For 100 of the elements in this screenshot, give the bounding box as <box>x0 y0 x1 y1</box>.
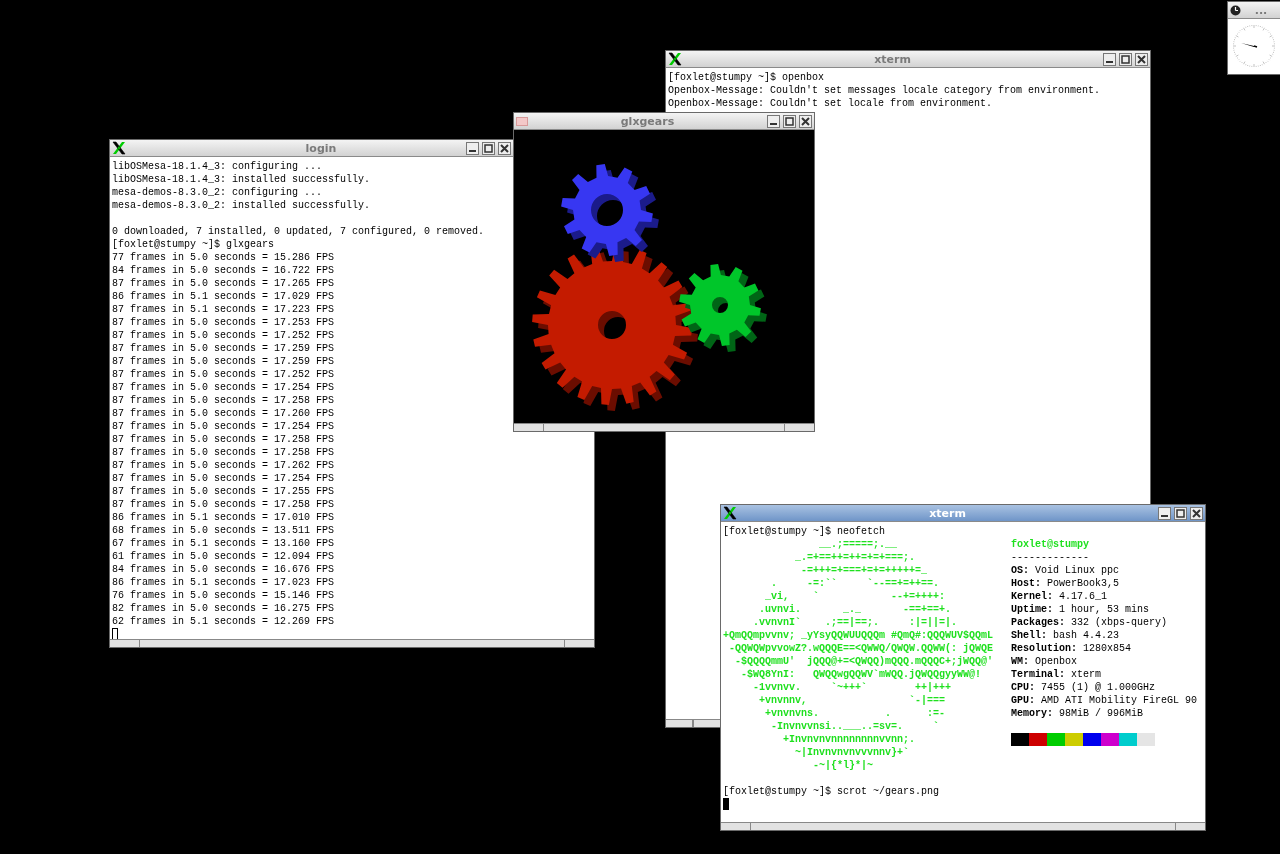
terminal-line: 87 frames in 5.0 seconds = 17.258 FPS <box>112 446 336 459</box>
title-bar[interactable]: xterm <box>666 51 1150 68</box>
terminal-line: 61 frames in 5.0 seconds = 12.094 FPS <box>112 550 336 563</box>
info-line: GPU: AMD ATI Mobility FireGL 90 <box>1011 694 1198 707</box>
terminal-line: 87 frames in 5.0 seconds = 17.258 FPS <box>112 498 336 511</box>
terminal-line: 87 frames in 5.0 seconds = 17.259 FPS <box>112 342 336 355</box>
terminal-line: 86 frames in 5.1 seconds = 17.023 FPS <box>112 576 336 589</box>
terminal-line: 87 frames in 5.0 seconds = 17.262 FPS <box>112 459 336 472</box>
close-icon <box>1191 507 1202 519</box>
info-line: Resolution: 1280x854 <box>1011 642 1133 655</box>
ascii-art-line: . -=:`` `--==+=++==. <box>770 577 941 590</box>
minimize-button[interactable] <box>466 141 479 155</box>
window-title: xterm <box>928 506 967 520</box>
terminal-line: 87 frames in 5.0 seconds = 17.252 FPS <box>112 368 336 381</box>
minimize-icon <box>770 123 777 125</box>
terminal-line: 87 frames in 5.0 seconds = 17.258 FPS <box>112 394 336 407</box>
maximize-icon <box>1120 53 1131 65</box>
window-title: ... <box>1253 3 1269 17</box>
maximize-icon <box>1175 507 1186 519</box>
ascii-art-line: .uvnvi. _._ -==+==+. <box>758 603 953 616</box>
title-bar[interactable]: glxgears <box>514 113 814 130</box>
info-line: CPU: 7455 (1) @ 1.000GHz <box>1011 681 1157 694</box>
ascii-art-line: __.;=====;.__ <box>818 538 899 551</box>
resize-handle[interactable] <box>666 719 720 727</box>
ascii-art-line: -QQWQWpvvowZ?.wQQQE==<QWWQ/QWQW.QQWW(: jQWQE <box>728 642 995 655</box>
close-button[interactable] <box>498 141 511 155</box>
window-title: login <box>304 141 338 155</box>
terminal-line: 87 frames in 5.0 seconds = 17.254 FPS <box>112 420 336 433</box>
terminal-line: Openbox-Message: Couldn't set messages locale category from environment. <box>668 84 1102 97</box>
close-button[interactable] <box>1135 52 1148 66</box>
maximize-button[interactable] <box>1119 52 1132 66</box>
info-line: Shell: bash 4.4.23 <box>1011 629 1121 642</box>
x-logo-icon <box>668 52 682 66</box>
minimize-button[interactable] <box>767 114 780 128</box>
terminal-line: mesa-demos-8.3.0_2: installed successfully. <box>112 199 372 212</box>
terminal-line: 87 frames in 5.0 seconds = 17.253 FPS <box>112 316 336 329</box>
terminal-line: [foxlet@stumpy ~]$ neofetch <box>723 525 887 538</box>
info-line: WM: Openbox <box>1011 655 1079 668</box>
ascii-art-line: -$WQ8YnI: QWQQwgQQWV`mWQQ.jQWQQgyyWW@! <box>740 668 983 681</box>
close-icon <box>499 142 510 154</box>
resize-handle[interactable] <box>514 423 814 431</box>
info-line: Memory: 98MiB / 996MiB <box>1011 707 1145 720</box>
minimize-icon <box>1106 61 1113 63</box>
minimize-icon <box>469 150 476 152</box>
terminal-line: [foxlet@stumpy ~]$ scrot ~/gears.png <box>723 785 941 798</box>
info-line: Uptime: 1 hour, 53 mins <box>1011 603 1151 616</box>
close-button[interactable] <box>1190 506 1203 520</box>
terminal-line: 76 frames in 5.0 seconds = 15.146 FPS <box>112 589 336 602</box>
ascii-art-line: ~|Invnvnvnvvvnnv}+` <box>794 746 911 759</box>
ascii-art-line: _.=+==++=++=+=+===;. <box>794 551 917 564</box>
minimize-icon <box>1161 515 1168 517</box>
window-title: xterm <box>873 52 912 66</box>
ascii-art-line: +vnvnnv, `-|=== <box>758 694 947 707</box>
maximize-button[interactable] <box>482 141 495 155</box>
title-bar[interactable]: login <box>110 140 513 157</box>
terminal-line: Openbox-Message: Couldn't set locale from environment. <box>668 97 994 110</box>
close-icon <box>800 115 811 127</box>
maximize-button[interactable] <box>783 114 796 128</box>
clock-icon <box>1230 4 1241 16</box>
info-line: Kernel: 4.17.6_1 <box>1011 590 1109 603</box>
terminal-line: 68 frames in 5.0 seconds = 13.511 FPS <box>112 524 336 537</box>
terminal-line: 67 frames in 5.1 seconds = 13.160 FPS <box>112 537 336 550</box>
terminal-line: 82 frames in 5.0 seconds = 16.275 FPS <box>112 602 336 615</box>
terminal-line: 84 frames in 5.0 seconds = 16.676 FPS <box>112 563 336 576</box>
title-bar[interactable]: xterm <box>721 505 1205 522</box>
terminal-line: 86 frames in 5.1 seconds = 17.029 FPS <box>112 290 336 303</box>
info-line: Terminal: xterm <box>1011 668 1103 681</box>
terminal-line: 87 frames in 5.0 seconds = 17.252 FPS <box>112 329 336 342</box>
terminal-line: 87 frames in 5.0 seconds = 17.260 FPS <box>112 407 336 420</box>
terminal-line: 87 frames in 5.1 seconds = 17.223 FPS <box>112 303 336 316</box>
title-bar[interactable]: ... <box>1228 2 1280 19</box>
window-icon <box>516 116 528 126</box>
x-logo-icon <box>723 506 737 520</box>
terminal-line: 84 frames in 5.0 seconds = 16.722 FPS <box>112 264 336 277</box>
minimize-button[interactable] <box>1158 506 1171 520</box>
info-line: Host: PowerBook3,5 <box>1011 577 1121 590</box>
maximize-icon <box>483 142 494 154</box>
resize-handle[interactable] <box>721 822 1205 830</box>
terminal-line: mesa-demos-8.3.0_2: configuring ... <box>112 186 324 199</box>
terminal-line: 87 frames in 5.0 seconds = 17.254 FPS <box>112 472 336 485</box>
terminal-line: libOSMesa-18.1.4_3: configuring ... <box>112 160 324 173</box>
terminal-line: 87 frames in 5.0 seconds = 17.258 FPS <box>112 433 336 446</box>
terminal-line: 86 frames in 5.1 seconds = 17.010 FPS <box>112 511 336 524</box>
close-button[interactable] <box>799 114 812 128</box>
separator-line: ------------- <box>1011 551 1090 564</box>
ascii-art-line: +vnvnvns. . :=- <box>764 707 947 720</box>
maximize-icon <box>784 115 795 127</box>
ascii-art-line: -1vvnvv. `~+++` ++|+++ <box>752 681 953 694</box>
resize-handle[interactable] <box>110 639 594 647</box>
terminal-line: 87 frames in 5.0 seconds = 17.259 FPS <box>112 355 336 368</box>
terminal-line: [foxlet@stumpy ~]$ glxgears <box>112 238 276 251</box>
terminal-line: 62 frames in 5.1 seconds = 12.269 FPS <box>112 615 336 628</box>
ascii-art-line: -Invnvvnsi..___..=sv=. ` <box>770 720 941 733</box>
ascii-art-line: -=+++=+===+=+=+++++=_ <box>800 564 929 577</box>
x-logo-icon <box>112 141 126 155</box>
minimize-button[interactable] <box>1103 52 1116 66</box>
info-line: OS: Void Linux ppc <box>1011 564 1121 577</box>
maximize-button[interactable] <box>1174 506 1187 520</box>
ascii-art-line: _vi, ` --+=++++: <box>764 590 947 603</box>
terminal-line: 87 frames in 5.0 seconds = 17.255 FPS <box>112 485 336 498</box>
